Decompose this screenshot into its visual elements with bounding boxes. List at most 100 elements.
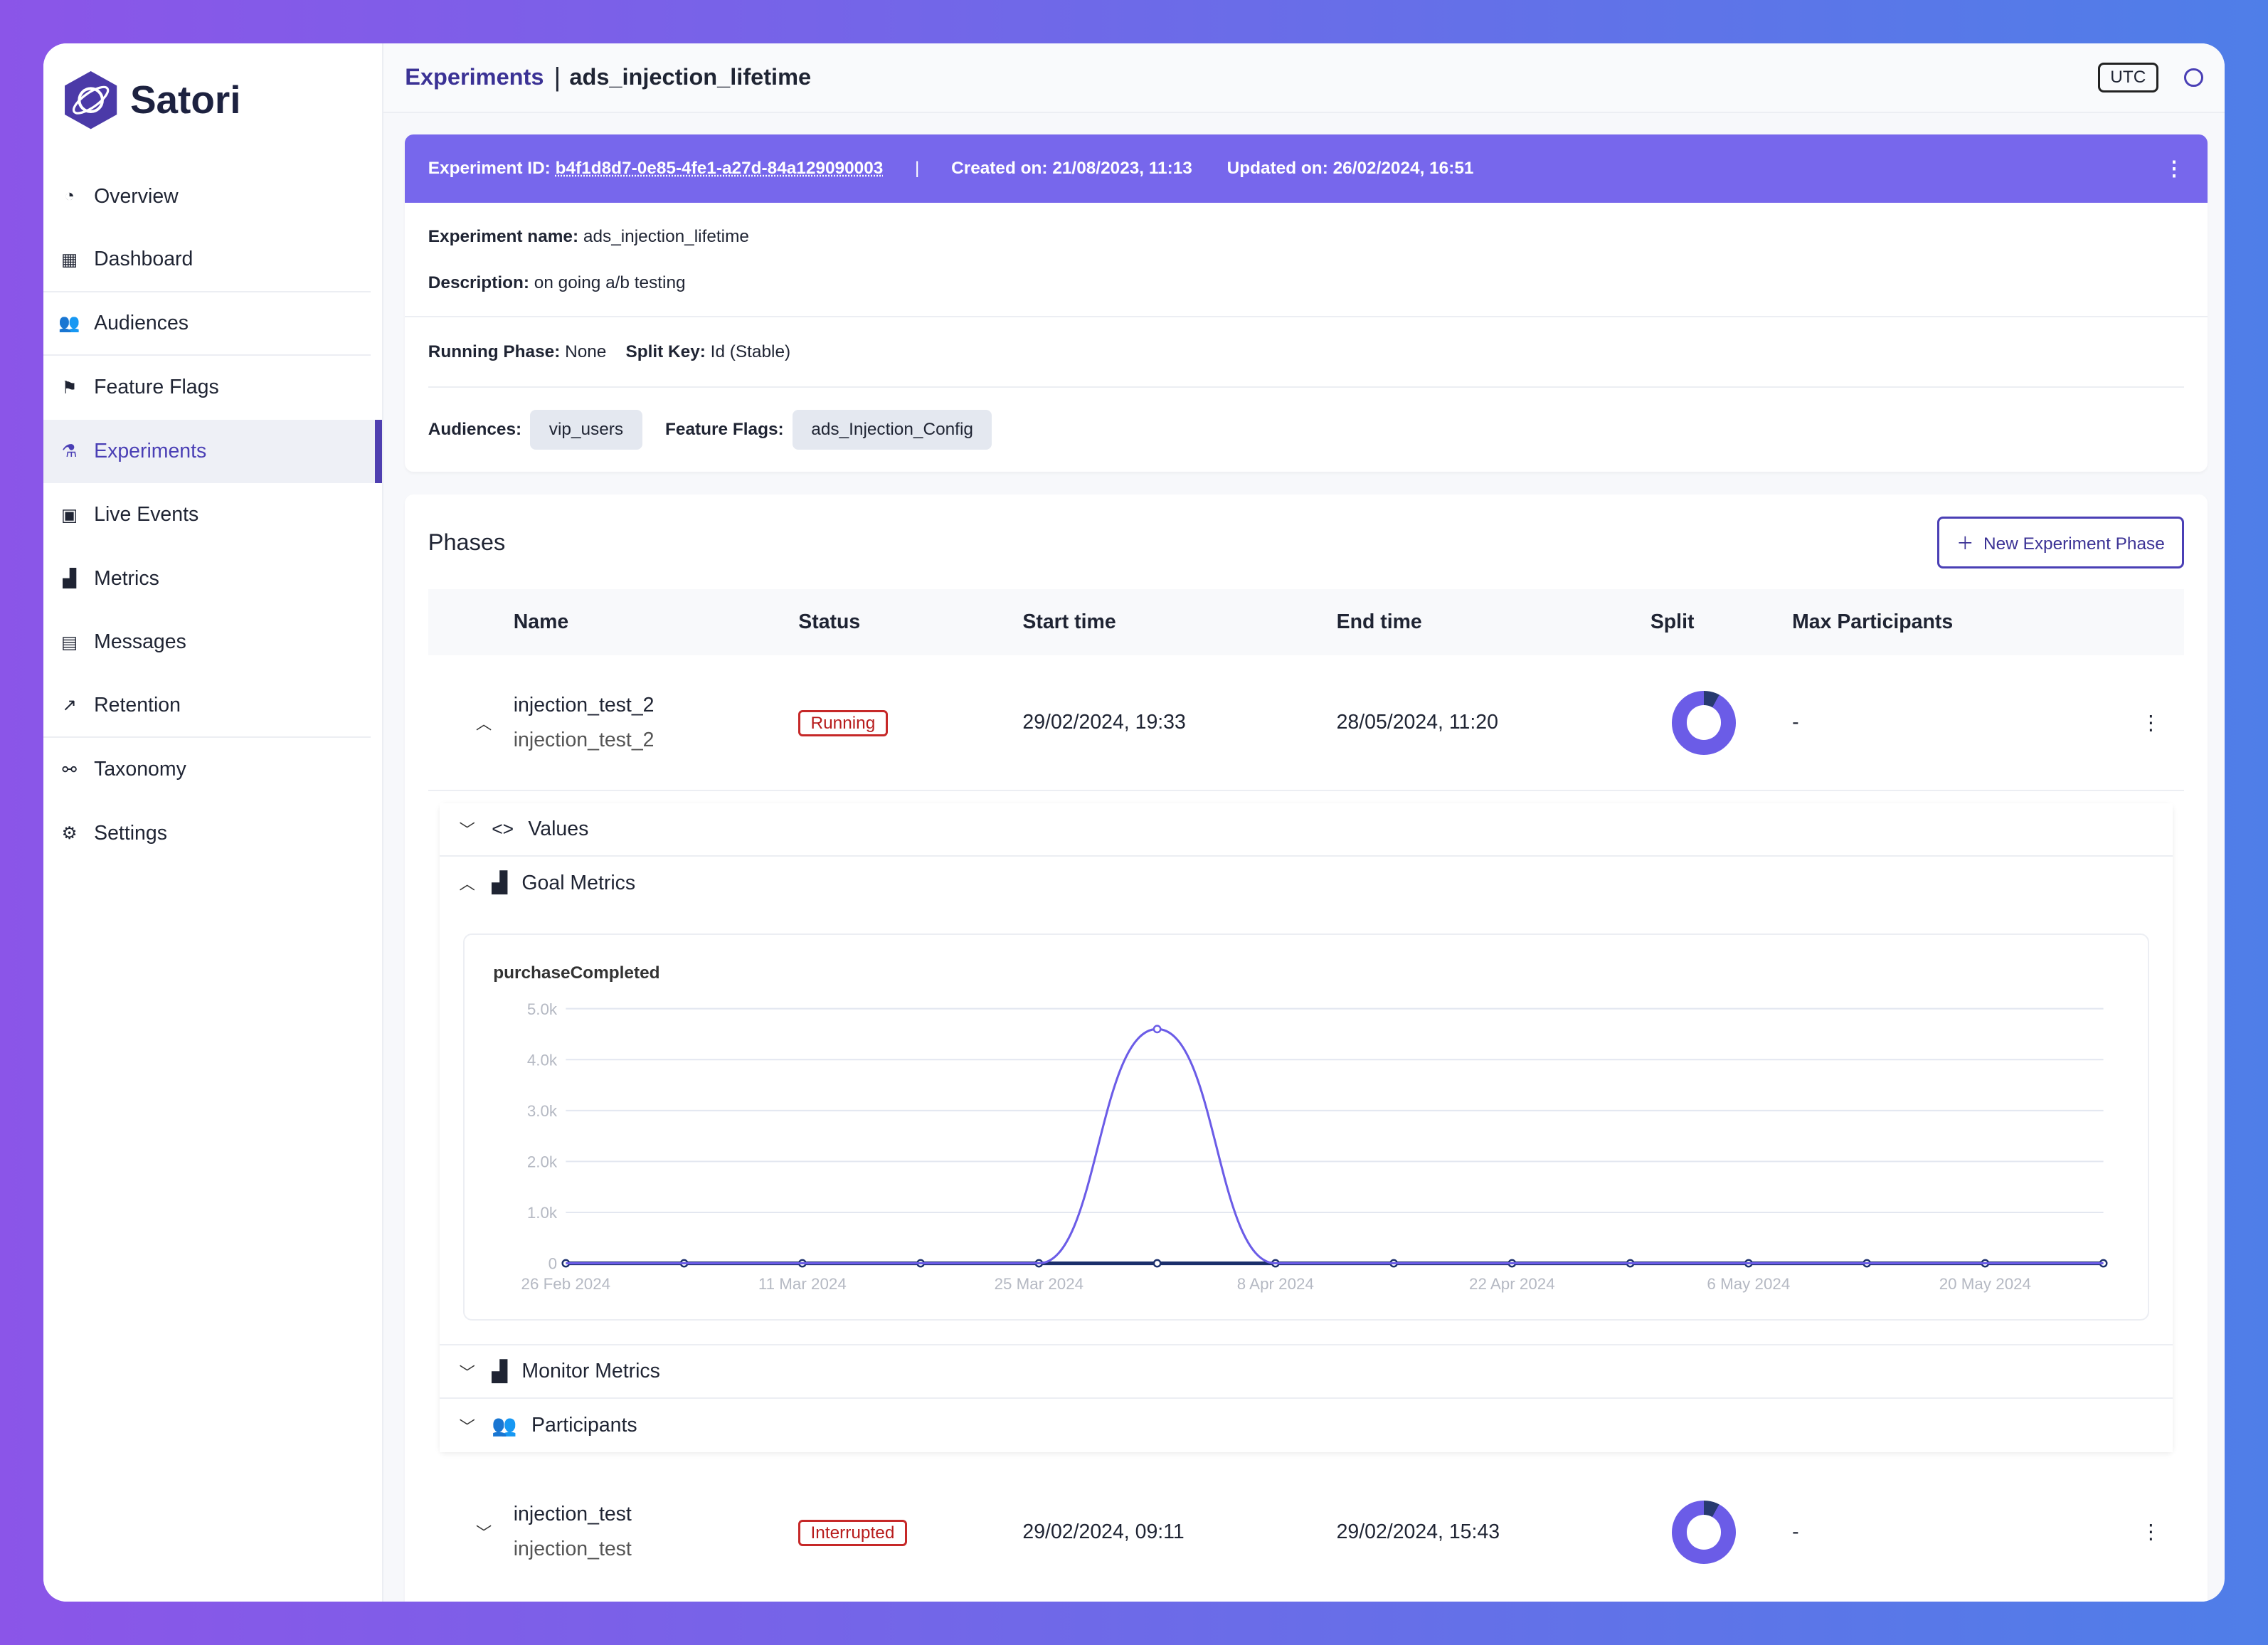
y-tick-label: 3.0k bbox=[526, 1102, 557, 1120]
sidebar-item-live-events[interactable]: ▣ Live Events bbox=[43, 483, 382, 546]
code-icon: <> bbox=[492, 818, 514, 840]
phase-name: injection_test_2 bbox=[513, 694, 655, 717]
new-phase-label: New Experiment Phase bbox=[1983, 534, 2165, 554]
participants-label: Participants bbox=[531, 1414, 637, 1437]
row-more-icon[interactable]: ⋮ bbox=[2141, 711, 2184, 735]
monitor-metrics-label: Monitor Metrics bbox=[521, 1360, 660, 1383]
experiment-id-link[interactable]: b4f1d8d7-0e85-4fe1-a27d-84a129090003 bbox=[556, 159, 884, 179]
phase-row[interactable]: ﹀ injection_test injection_test Interrupt… bbox=[428, 1464, 2184, 1600]
x-tick-label: 6 May 2024 bbox=[1707, 1275, 1790, 1293]
phases-card: Phases ＋ New Experiment Phase Name Statu… bbox=[405, 494, 2208, 1602]
chevron-down-icon[interactable]: ﹀ bbox=[428, 1520, 514, 1543]
goal-metrics-label: Goal Metrics bbox=[521, 871, 636, 894]
y-tick-label: 5.0k bbox=[526, 1000, 557, 1017]
satori-logo-icon bbox=[65, 70, 117, 129]
app-name: Satori bbox=[129, 78, 241, 122]
phase-subname: injection_test_2 bbox=[513, 728, 655, 751]
breadcrumb-experiments[interactable]: Experiments bbox=[405, 64, 544, 90]
sidebar-item-messages[interactable]: ▤ Messages bbox=[43, 610, 382, 674]
x-tick-label: 22 Apr 2024 bbox=[1469, 1275, 1555, 1293]
flask-icon: ⚗ bbox=[61, 442, 78, 462]
retention-icon: ↗ bbox=[62, 696, 77, 716]
x-tick-label: 26 Feb 2024 bbox=[521, 1275, 610, 1293]
chevron-down-icon: ﹀ bbox=[459, 1363, 475, 1382]
chevron-down-icon: ﹀ bbox=[459, 1417, 475, 1436]
x-tick-label: 25 Mar 2024 bbox=[994, 1275, 1083, 1293]
divider: | bbox=[915, 158, 920, 178]
sidebar-item-retention[interactable]: ↗ Retention bbox=[43, 674, 371, 738]
top-bar: Experiments | ads_injection_lifetime UTC bbox=[383, 43, 2225, 113]
phases-table-header: Name Status Start time End time Split Ma… bbox=[428, 588, 2185, 656]
gauge-icon: ◔ bbox=[64, 186, 75, 206]
max-participants: - bbox=[1792, 1520, 1799, 1543]
sidebar-item-taxonomy[interactable]: ⚯ Taxonomy bbox=[43, 738, 382, 801]
timezone-button[interactable]: UTC bbox=[2098, 62, 2158, 92]
col-split: Split bbox=[1650, 610, 1695, 633]
sidebar-item-label: Live Events bbox=[94, 503, 199, 527]
y-tick-label: 4.0k bbox=[526, 1051, 557, 1069]
goal-metrics-section[interactable]: ︿ ▟ Goal Metrics bbox=[440, 856, 2173, 911]
split-donut bbox=[1672, 691, 1736, 755]
data-point[interactable] bbox=[1152, 1025, 1162, 1033]
split-key-label: Split Key: bbox=[625, 342, 706, 361]
sidebar-item-metrics[interactable]: ▟ Metrics bbox=[43, 546, 382, 610]
taxonomy-icon: ⚯ bbox=[62, 760, 77, 780]
phase-subname: injection_test bbox=[513, 1538, 632, 1561]
sidebar-item-label: Messages bbox=[94, 630, 186, 654]
values-label: Values bbox=[528, 817, 589, 840]
feature-flag-chip[interactable]: ads_Injection_Config bbox=[792, 409, 992, 450]
more-options-icon[interactable]: ⋮ bbox=[2164, 157, 2184, 181]
sidebar-item-label: Dashboard bbox=[94, 248, 194, 271]
sidebar-item-label: Overview bbox=[94, 184, 179, 208]
sidebar-item-label: Settings bbox=[94, 821, 167, 845]
experiment-banner: Experiment ID: b4f1d8d7-0e85-4fe1-a27d-8… bbox=[405, 134, 2208, 203]
phase-row[interactable]: ︿ injection_test_2 injection_test_2 Runni… bbox=[428, 655, 2185, 792]
values-section[interactable]: ﹀ <> Values bbox=[440, 803, 2173, 857]
end-time: 29/02/2024, 15:43 bbox=[1336, 1520, 1500, 1543]
goal-chart: purchaseCompleted 0 1.0k 2.0k 3.0k 4.0k 5.0k 2… bbox=[462, 933, 2150, 1321]
sidebar-item-label: Taxonomy bbox=[94, 758, 186, 781]
row-more-icon[interactable]: ⋮ bbox=[2141, 1520, 2184, 1544]
status-badge: Running bbox=[798, 710, 888, 737]
experiment-details-card: Experiment ID: b4f1d8d7-0e85-4fe1-a27d-8… bbox=[405, 134, 2208, 472]
col-end: End time bbox=[1336, 610, 1422, 633]
new-experiment-phase-button[interactable]: ＋ New Experiment Phase bbox=[1936, 516, 2185, 569]
col-start: Start time bbox=[1022, 610, 1116, 633]
participants-section[interactable]: ﹀ 👥 Participants bbox=[440, 1399, 2173, 1453]
data-point[interactable] bbox=[1152, 1259, 1162, 1268]
audience-chip[interactable]: vip_users bbox=[530, 409, 642, 450]
user-icon[interactable] bbox=[2184, 68, 2203, 87]
calendar-icon: ▣ bbox=[61, 505, 78, 525]
max-participants: - bbox=[1792, 711, 1799, 734]
users-icon: 👥 bbox=[58, 314, 80, 334]
sidebar-item-settings[interactable]: ⚙ Settings bbox=[43, 801, 382, 864]
experiment-description: on going a/b testing bbox=[534, 273, 686, 292]
sidebar-item-overview[interactable]: ◔ Overview bbox=[43, 165, 382, 228]
dashboard-icon: ▦ bbox=[61, 250, 78, 270]
y-tick-label: 2.0k bbox=[526, 1153, 557, 1170]
phase-details: ﹀ <> Values ︿ ▟ Goal Metrics purchaseComplet… bbox=[440, 803, 2173, 1453]
start-time: 29/02/2024, 19:33 bbox=[1022, 711, 1186, 734]
logo[interactable]: Satori bbox=[43, 70, 382, 165]
chevron-up-icon[interactable]: ︿ bbox=[428, 712, 514, 734]
y-tick-label: 1.0k bbox=[526, 1204, 557, 1222]
experiment-id-label: Experiment ID: bbox=[428, 158, 551, 178]
chevron-down-icon: ﹀ bbox=[459, 821, 475, 840]
sidebar-item-dashboard[interactable]: ▦ Dashboard bbox=[43, 228, 371, 292]
bar-chart-icon: ▟ bbox=[492, 1360, 508, 1383]
monitor-metrics-section[interactable]: ﹀ ▟ Monitor Metrics bbox=[440, 1345, 2173, 1400]
created-on: Created on: 21/08/2023, 11:13 bbox=[951, 158, 1192, 178]
col-max: Max Participants bbox=[1792, 610, 1954, 633]
chevron-up-icon: ︿ bbox=[459, 875, 475, 894]
sidebar-item-label: Feature Flags bbox=[94, 376, 219, 399]
flag-icon: ⚑ bbox=[61, 378, 78, 398]
sidebar-item-feature-flags[interactable]: ⚑ Feature Flags bbox=[43, 356, 382, 419]
audiences-label: Audiences: bbox=[428, 420, 522, 440]
sidebar-item-experiments[interactable]: ⚗ Experiments bbox=[43, 419, 382, 484]
plus-icon: ＋ bbox=[1956, 534, 1974, 554]
sidebar-item-label: Audiences bbox=[94, 311, 189, 334]
y-tick-label: 0 bbox=[548, 1254, 556, 1272]
sidebar-item-audiences[interactable]: 👥 Audiences bbox=[43, 292, 371, 356]
sidebar-item-label: Experiments bbox=[94, 439, 207, 462]
line-chart: 0 1.0k 2.0k 3.0k 4.0k 5.0k 26 Feb 2024 11 Mar 2… bbox=[521, 1000, 2108, 1293]
